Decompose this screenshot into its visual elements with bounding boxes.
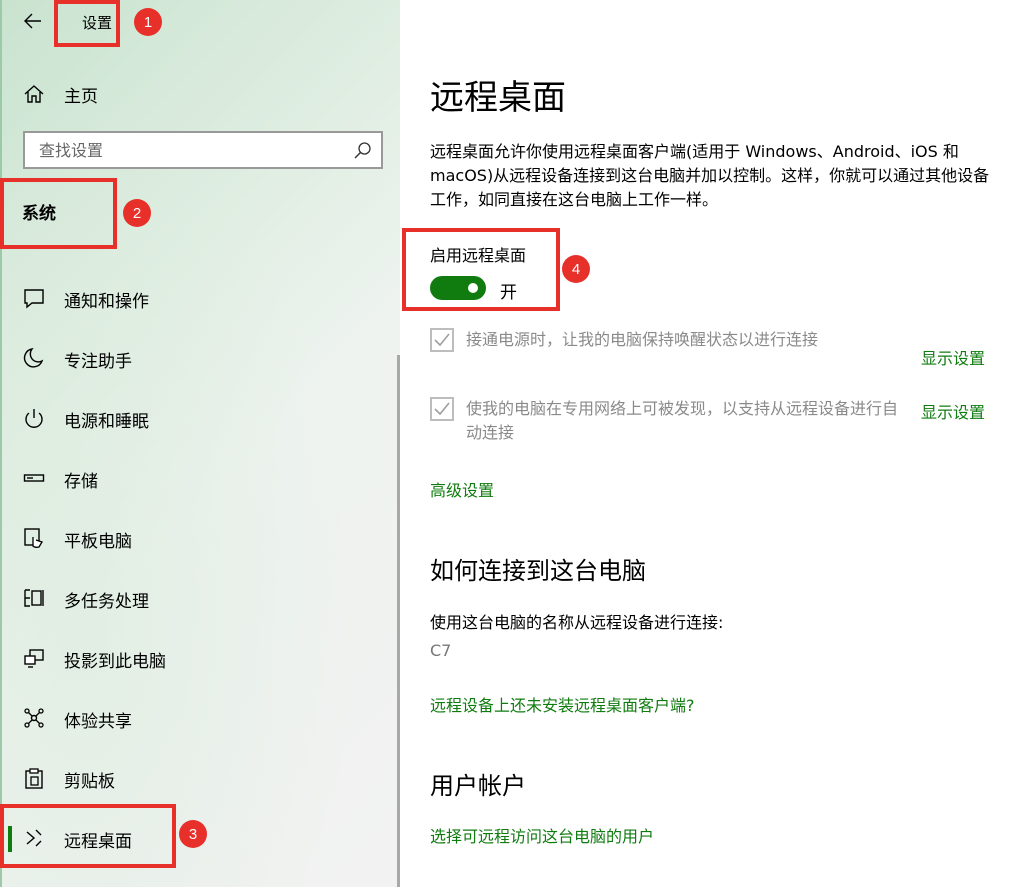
- annotation-badge-4: 4: [562, 255, 590, 283]
- multitasking-icon: [22, 586, 46, 610]
- pc-name: C7: [430, 641, 452, 660]
- annotation-box-2: [0, 178, 117, 249]
- sidebar-item-tablet[interactable]: 平板电脑: [2, 516, 397, 560]
- back-button[interactable]: [16, 6, 50, 36]
- display-settings-link-1[interactable]: 显示设置: [921, 345, 985, 369]
- sidebar-item-label: 电源和睡眠: [64, 412, 149, 432]
- sidebar-item-label: 通知和操作: [64, 292, 149, 312]
- annotation-badge-3: 3: [179, 820, 207, 848]
- search-input[interactable]: [25, 133, 345, 167]
- sidebar-item-label: 存储: [64, 472, 98, 492]
- notification-icon: [22, 286, 46, 310]
- how-to-connect-heading: 如何连接到这台电脑: [430, 557, 646, 585]
- sidebar-item-power-sleep[interactable]: 电源和睡眠: [2, 396, 397, 440]
- sidebar-item-label: 主页: [64, 87, 98, 107]
- project-icon: [22, 646, 46, 670]
- sidebar-item-label: 体验共享: [64, 712, 132, 732]
- power-icon: [22, 406, 46, 430]
- keep-awake-checkbox[interactable]: [430, 328, 454, 352]
- sidebar-item-shared-experiences[interactable]: 体验共享: [2, 696, 397, 740]
- sidebar-item-label: 多任务处理: [64, 592, 149, 612]
- keep-awake-text: 接通电源时，让我的电脑保持唤醒状态以进行连接: [466, 330, 819, 349]
- no-client-link[interactable]: 远程设备上还未安装远程桌面客户端?: [430, 692, 695, 716]
- main-content: 远程桌面 远程桌面允许你使用远程桌面客户端(适用于 Windows、Androi…: [400, 0, 1017, 887]
- home-icon: [22, 82, 46, 106]
- sidebar-item-project[interactable]: 投影到此电脑: [2, 636, 397, 680]
- checkmark-icon: [434, 402, 450, 416]
- annotation-box-1: [54, 0, 120, 47]
- sidebar: 设置 主页 系统 通知和操作 专注助手: [0, 0, 400, 887]
- sidebar-item-label: 专注助手: [64, 352, 132, 372]
- clipboard-icon: [22, 766, 46, 790]
- sidebar-item-clipboard[interactable]: 剪贴板: [2, 756, 397, 800]
- sidebar-item-storage[interactable]: 存储: [2, 456, 397, 500]
- annotation-badge-2: 2: [123, 199, 151, 227]
- discoverable-text: 使我的电脑在专用网络上可被发现，以支持从远程设备进行自动连接: [466, 399, 899, 442]
- search-box[interactable]: [23, 131, 383, 169]
- search-icon[interactable]: [353, 141, 373, 161]
- page-description: 远程桌面允许你使用远程桌面客户端(适用于 Windows、Android、iOS…: [430, 142, 990, 209]
- discoverable-checkbox[interactable]: [430, 397, 454, 421]
- how-to-connect-text: 使用这台电脑的名称从远程设备进行连接:: [430, 613, 724, 632]
- back-arrow-icon: [24, 13, 41, 29]
- sidebar-item-focus-assist[interactable]: 专注助手: [2, 336, 397, 380]
- sidebar-item-label: 平板电脑: [64, 532, 132, 552]
- user-accounts-heading: 用户帐户: [430, 772, 526, 800]
- tablet-icon: [22, 526, 46, 550]
- advanced-settings-link[interactable]: 高级设置: [430, 477, 494, 501]
- select-users-link[interactable]: 选择可远程访问这台电脑的用户: [430, 823, 654, 847]
- sidebar-item-notifications[interactable]: 通知和操作: [2, 276, 397, 320]
- storage-icon: [22, 466, 46, 490]
- share-icon: [22, 706, 46, 730]
- annotation-box-3: [0, 804, 176, 868]
- page-title: 远程桌面: [430, 78, 566, 118]
- sidebar-item-multitasking[interactable]: 多任务处理: [2, 576, 397, 620]
- sidebar-item-label: 剪贴板: [64, 772, 115, 792]
- annotation-badge-1: 1: [134, 8, 162, 36]
- sidebar-item-home[interactable]: 主页: [2, 78, 397, 110]
- display-settings-link-2[interactable]: 显示设置: [921, 399, 985, 423]
- moon-icon: [22, 346, 46, 370]
- annotation-box-4: [402, 228, 560, 311]
- checkmark-icon: [434, 333, 450, 347]
- sidebar-item-label: 投影到此电脑: [64, 652, 166, 672]
